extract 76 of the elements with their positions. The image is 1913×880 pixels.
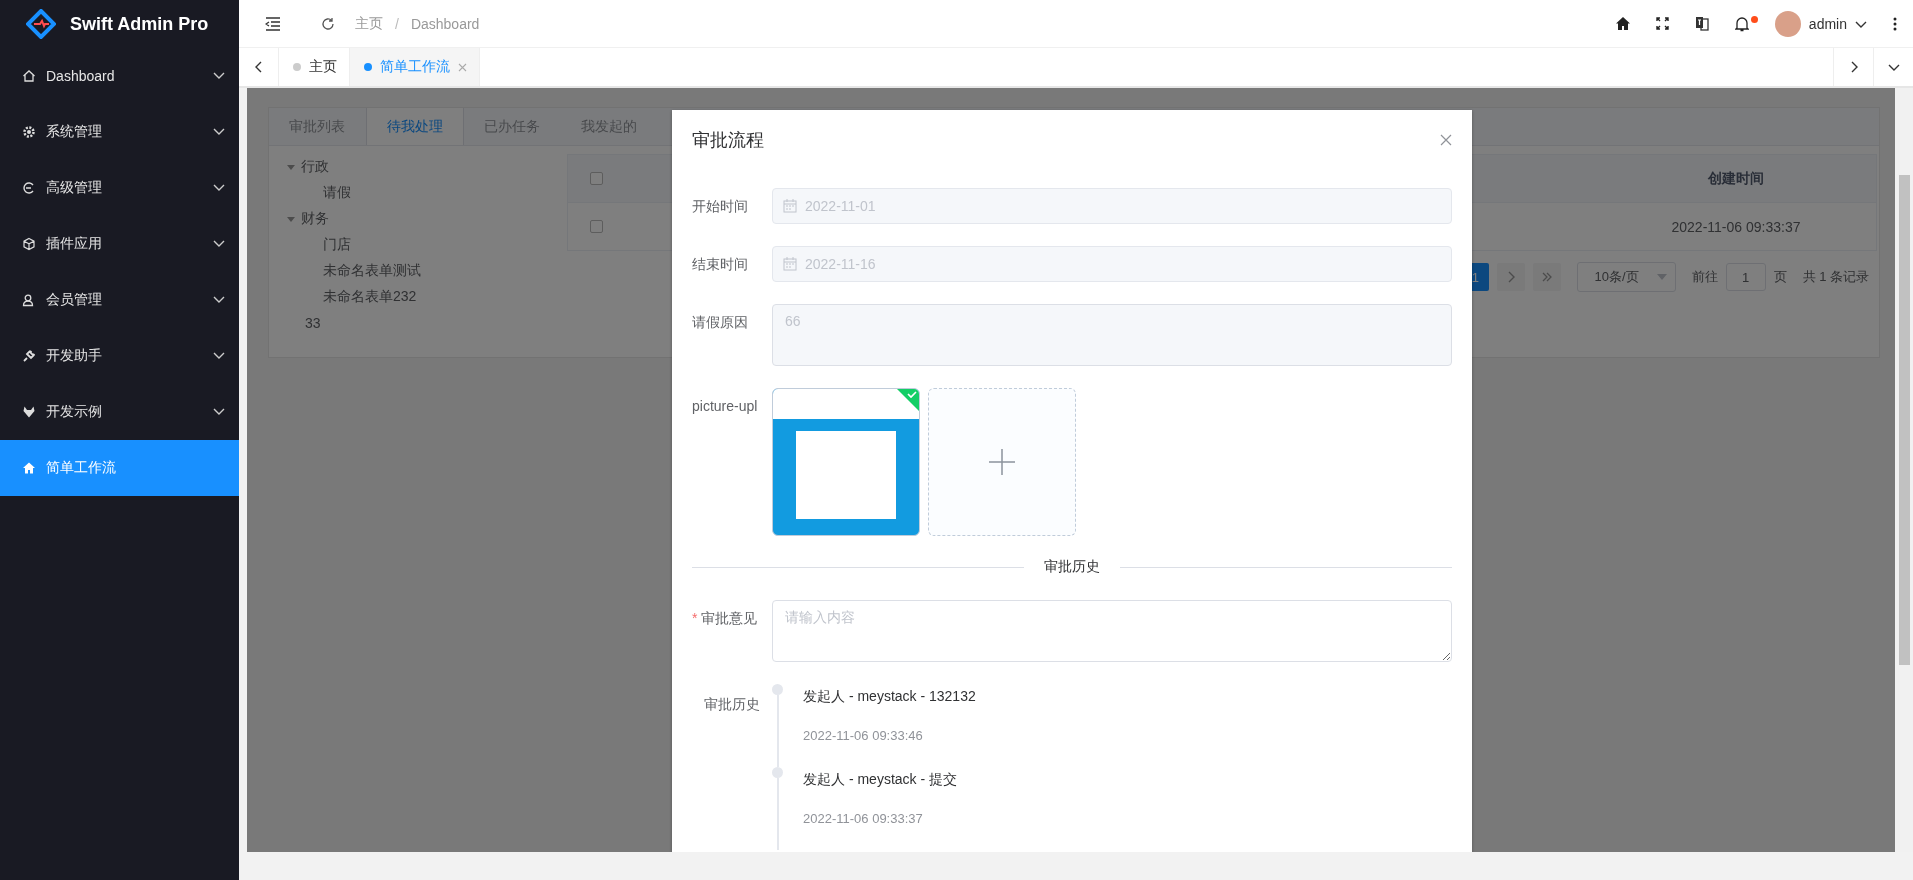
table-cell-text: 2022-11-06 09:33:37: [1670, 218, 1802, 235]
breadcrumb-separator: /: [395, 15, 399, 32]
field-label: 结束时间: [692, 255, 749, 274]
tree-item[interactable]: 请假: [305, 180, 567, 206]
upload-button[interactable]: [928, 388, 1076, 536]
page-unit: 页: [1773, 268, 1787, 286]
required-mark: *: [692, 610, 698, 628]
field-label: 开始时间: [692, 197, 749, 216]
sidebar-item[interactable]: 开发示例: [0, 384, 239, 440]
logo-icon: [26, 9, 56, 39]
sidebar-item[interactable]: 简单工作流: [0, 440, 239, 496]
translate-icon[interactable]: [1694, 16, 1709, 31]
tree-item[interactable]: 未命名表单测试: [305, 258, 567, 284]
gear-icon: [22, 125, 36, 139]
tree-item[interactable]: 门店: [305, 232, 567, 258]
sidebar-item[interactable]: 开发助手: [0, 328, 239, 384]
sidebar-item[interactable]: 插件应用: [0, 216, 239, 272]
plug-icon: [22, 349, 36, 363]
field-label: 请假原因: [692, 313, 749, 332]
field-label: 审批历史: [703, 695, 761, 714]
user-icon: [22, 293, 36, 307]
plus-icon: [989, 449, 1015, 475]
next-page-button[interactable]: [1497, 263, 1526, 291]
sidebar-item[interactable]: 会员管理: [0, 272, 239, 328]
sidebar-item[interactable]: Dashboard: [0, 48, 239, 104]
sidebar-item[interactable]: 系统管理: [0, 104, 239, 160]
field-label: 审批意见: [701, 610, 758, 628]
breadcrumb-item: Dashboard: [410, 15, 480, 32]
menu-icon[interactable]: [265, 16, 281, 31]
home-icon[interactable]: [1615, 17, 1630, 30]
calendar-icon: [783, 199, 797, 213]
last-page-button[interactable]: [1533, 263, 1562, 291]
double-chevron-icon: [1541, 271, 1554, 283]
page-tab[interactable]: 简单工作流: [350, 48, 480, 86]
status-dot: [364, 63, 372, 71]
fox-icon: [22, 405, 36, 419]
checkbox[interactable]: [590, 172, 603, 185]
app-name: Swift Admin Pro: [70, 13, 209, 35]
tree-item[interactable]: 33: [287, 310, 567, 336]
avatar: [1774, 10, 1801, 37]
fullscreen-icon[interactable]: [1655, 17, 1669, 30]
timeline-title: 发起人 - meystack - 提交: [803, 771, 957, 789]
opinion-field[interactable]: 请输入内容: [772, 600, 1452, 662]
timeline-time: 2022-11-06 09:33:37: [803, 811, 924, 826]
goto-label: 前往: [1691, 268, 1718, 286]
more-icon[interactable]: [1893, 16, 1897, 31]
close-icon[interactable]: [458, 62, 467, 72]
tree-item[interactable]: 未命名表单232: [305, 284, 567, 310]
home-icon: [22, 461, 36, 475]
content-tab[interactable]: 待我处理: [366, 108, 464, 145]
field-label: picture-upl: [692, 397, 759, 416]
page-input[interactable]: 1: [1725, 263, 1766, 291]
timeline-time: 2022-11-06 09:33:46: [803, 728, 924, 743]
column-header: 创建时间: [1707, 169, 1765, 188]
page-size-select[interactable]: 10条/页: [1577, 262, 1676, 292]
cube-icon: [22, 237, 36, 251]
calendar-icon: [783, 257, 797, 271]
user-menu[interactable]: admin: [1774, 10, 1867, 37]
tree-item[interactable]: 财务: [287, 206, 567, 232]
circle-arrow-icon: [22, 181, 36, 195]
timeline-title: 发起人 - meystack - 132132: [803, 688, 976, 706]
caret-icon: [1656, 274, 1667, 280]
breadcrumb-item[interactable]: 主页: [355, 14, 383, 33]
divider-title: 审批历史: [1044, 558, 1100, 576]
total-count: 共 1 条记录: [1802, 268, 1869, 286]
checkbox[interactable]: [590, 220, 603, 233]
sidebar-item[interactable]: 高级管理: [0, 160, 239, 216]
dialog-title: 审批流程: [692, 129, 764, 152]
status-dot: [293, 63, 301, 71]
scrollbar-thumb[interactable]: [1898, 175, 1910, 665]
image-thumbnail[interactable]: [772, 388, 920, 536]
tree-item[interactable]: 行政: [287, 154, 567, 180]
refresh-icon[interactable]: [321, 16, 335, 31]
home-icon: [22, 69, 36, 83]
close-icon[interactable]: [1440, 134, 1452, 146]
bell-icon[interactable]: [1734, 15, 1749, 32]
